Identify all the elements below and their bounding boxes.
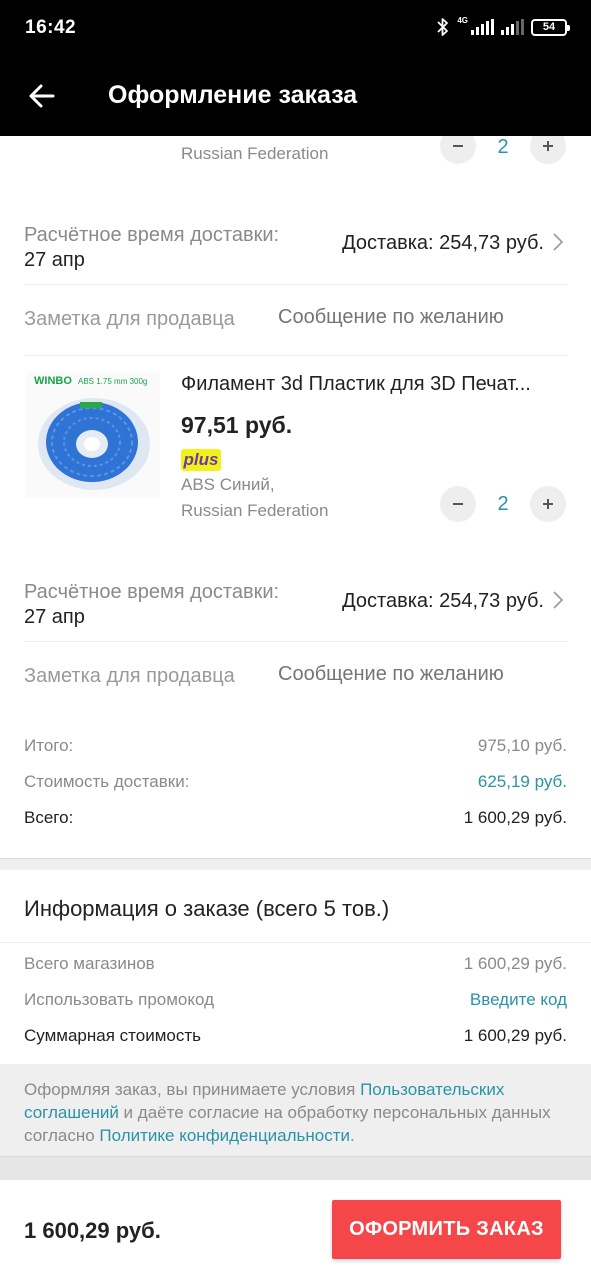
- status-time: 16:42: [25, 17, 77, 38]
- sum-row: Суммарная стоимость 1 600,29 руб.: [24, 1026, 567, 1046]
- bluetooth-icon: [437, 18, 449, 36]
- product-price: 97,51 руб.: [181, 412, 293, 438]
- divider: [24, 284, 567, 285]
- store-total-label: Всего:: [24, 808, 74, 827]
- seller-note-input[interactable]: [278, 306, 566, 329]
- store-total-value: 1 600,29 руб.: [463, 808, 567, 827]
- shipping-value: 625,19 руб.: [477, 772, 567, 791]
- item-region: Russian Federation: [181, 501, 329, 520]
- status-bar: 16:42 4G 54: [0, 0, 591, 56]
- chevron-right-icon[interactable]: [552, 232, 564, 252]
- promo-code-link[interactable]: Введите код: [470, 990, 567, 1010]
- divider: [24, 641, 567, 642]
- divider: [0, 942, 591, 943]
- place-order-button[interactable]: ОФОРМИТЬ ЗАКАЗ: [332, 1200, 561, 1259]
- delivery-time-label: Расчётное время доставки:: [24, 224, 280, 246]
- plus-icon: [543, 141, 553, 151]
- quantity-value[interactable]: 2: [483, 136, 523, 159]
- signal-icon: [501, 19, 524, 35]
- product-title[interactable]: Филамент 3d Пластик для 3D Печат...: [181, 373, 531, 396]
- item-region: Russian Federation: [181, 144, 329, 163]
- checkout-bottom-bar: 1 600,29 руб. ОФОРМИТЬ ЗАКАЗ: [0, 1180, 591, 1280]
- order-info-title: Информация о заказе (всего 5 тов.): [24, 896, 390, 921]
- legal-text-part: Оформляя заказ, вы принимаете условия: [24, 1080, 361, 1099]
- promo-label: Использовать промокод: [24, 990, 215, 1009]
- delivery-time-label: Расчётное время доставки:: [24, 581, 280, 603]
- filament-spool-image: WINBO ABS 1.75 mm 300g: [26, 372, 160, 498]
- stores-label: Всего магазинов: [24, 954, 155, 973]
- decrease-quantity-button[interactable]: [440, 136, 476, 164]
- increase-quantity-button[interactable]: [530, 136, 566, 164]
- app-bar: Оформление заказа: [0, 56, 591, 136]
- sum-label: Суммарная стоимость: [24, 1026, 201, 1045]
- decrease-quantity-button[interactable]: [440, 486, 476, 522]
- delivery-cost[interactable]: Доставка: 254,73 руб.: [342, 590, 544, 613]
- increase-quantity-button[interactable]: [530, 486, 566, 522]
- subtotal-row: Итого: 975,10 руб.: [24, 736, 567, 756]
- store-total-row: Всего: 1 600,29 руб.: [24, 808, 567, 828]
- status-icons: 4G 54: [436, 16, 570, 38]
- image-spec-text: ABS 1.75 mm 300g: [78, 377, 147, 386]
- bottom-total: 1 600,29 руб.: [24, 1218, 161, 1243]
- section-divider: [0, 858, 591, 870]
- privacy-policy-link[interactable]: Политике конфиденциальности: [99, 1126, 350, 1145]
- page-title: Оформление заказа: [108, 81, 358, 109]
- seller-note-label: Заметка для продавца: [24, 308, 235, 330]
- minus-icon: [453, 145, 463, 147]
- minus-icon: [453, 503, 463, 505]
- delivery-date: 27 апр: [24, 606, 85, 628]
- legal-text-part: .: [350, 1126, 355, 1145]
- signal-icon: [471, 19, 494, 35]
- subtotal-value: 975,10 руб.: [477, 736, 567, 755]
- image-brand-text: WINBO: [34, 375, 72, 387]
- back-button[interactable]: [22, 78, 62, 114]
- plus-icon: [543, 499, 553, 509]
- delivery-date: 27 апр: [24, 249, 85, 271]
- chevron-right-icon[interactable]: [552, 590, 564, 610]
- stores-row: Всего магазинов 1 600,29 руб.: [24, 954, 567, 974]
- arrow-left-icon: [29, 84, 55, 108]
- sum-value: 1 600,29 руб.: [463, 1026, 567, 1045]
- subtotal-label: Итого:: [24, 736, 74, 755]
- shipping-row: Стоимость доставки: 625,19 руб.: [24, 772, 567, 792]
- promo-row: Использовать промокод Введите код: [24, 990, 567, 1010]
- divider: [24, 355, 567, 356]
- legal-text: Оформляя заказ, вы принимаете условия По…: [24, 1078, 567, 1147]
- plus-badge: plus: [181, 449, 221, 471]
- seller-note-label: Заметка для продавца: [24, 665, 235, 687]
- seller-note-input[interactable]: [278, 663, 566, 686]
- shipping-label: Стоимость доставки:: [24, 772, 190, 791]
- network-type: 4G: [457, 16, 468, 25]
- delivery-cost[interactable]: Доставка: 254,73 руб.: [342, 232, 544, 255]
- product-image[interactable]: WINBO ABS 1.75 mm 300g: [26, 372, 160, 498]
- checkout-content[interactable]: Russian Federation 2 Расчётное время дос…: [0, 136, 591, 1180]
- product-variant: ABS Синий,: [181, 475, 275, 494]
- battery-level: 54: [542, 21, 556, 33]
- battery-icon: 54: [531, 18, 570, 36]
- section-divider: [0, 1156, 591, 1180]
- quantity-value[interactable]: 2: [483, 493, 523, 516]
- stores-value: 1 600,29 руб.: [463, 954, 567, 973]
